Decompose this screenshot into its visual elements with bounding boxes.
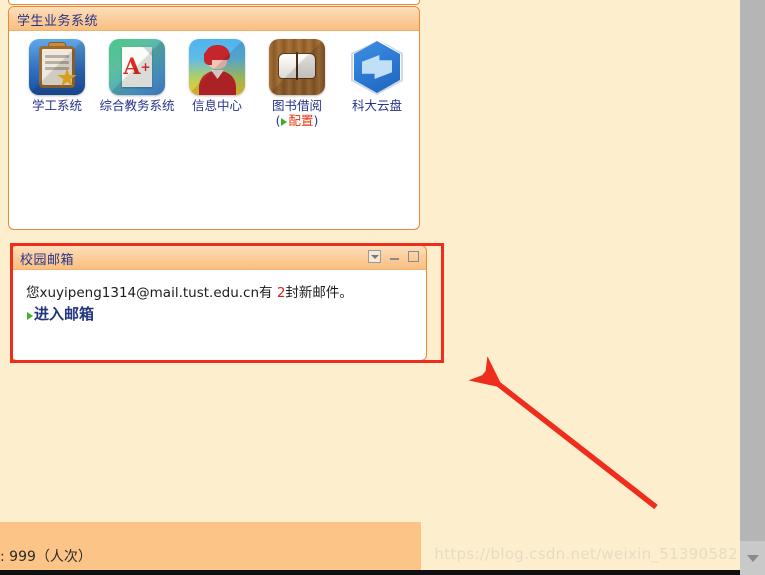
student-services-panel: 学生业务系统 学工系统 A + 综合教务系统 信息中心 图书借阅 (配置) 科… — [8, 6, 420, 230]
play-triangle-icon — [281, 118, 288, 126]
open-book-icon — [269, 39, 325, 95]
campus-mail-panel-body: 您xuyipeng1314@mail.tust.edu.cn有 2封新邮件。 进… — [12, 270, 426, 324]
chevron-down-icon — [746, 554, 759, 562]
chevron-down-box-icon[interactable] — [368, 250, 381, 263]
app-icon-grid: 学工系统 A + 综合教务系统 信息中心 图书借阅 (配置) 科大云盘 — [9, 31, 419, 132]
config-paren-open: ( — [275, 113, 281, 128]
scrollbar-thumb[interactable] — [740, 0, 765, 541]
play-triangle-icon — [27, 312, 33, 320]
scrollbar-down-button[interactable] — [740, 541, 765, 575]
mail-message-prefix: 您xuyipeng1314@mail.tust.edu.cn有 — [26, 285, 277, 301]
app-tile-label: 科大云盘 — [351, 98, 402, 113]
app-tile-label: 信息中心 — [191, 98, 242, 113]
bottom-orange-bar: : 999（人次） — [0, 522, 421, 570]
student-services-panel-body: 学工系统 A + 综合教务系统 信息中心 图书借阅 (配置) 科大云盘 — [9, 31, 419, 132]
a-plus-document-icon: A + — [109, 39, 165, 95]
student-services-panel-title: 学生业务系统 — [17, 14, 99, 29]
clipboard-star-icon — [29, 39, 85, 95]
campus-mail-panel: 校园邮箱 您xuyipeng1314@mail.tust.edu.cn有 2封新… — [11, 245, 427, 361]
app-tile-cloud-disk[interactable]: 科大云盘 — [337, 39, 417, 128]
library-config-line[interactable]: ( 配置) — [276, 113, 319, 128]
minimize-icon[interactable] — [390, 251, 399, 262]
app-tile-student-affairs[interactable]: 学工系统 — [17, 39, 97, 128]
annotation-arrow — [468, 356, 658, 510]
panel-window-buttons — [368, 250, 419, 263]
vertical-scrollbar[interactable] — [740, 0, 765, 575]
config-link-label[interactable]: 配置 — [288, 113, 313, 128]
config-paren-close: ) — [313, 113, 319, 128]
app-tile-information-center[interactable]: 信息中心 — [177, 39, 257, 128]
mail-message-suffix: 封新邮件。 — [285, 285, 353, 301]
app-tile-library-borrowing[interactable]: 图书借阅 ( 配置) — [257, 39, 337, 128]
csdn-blog-watermark: https://blog.csdn.net/weixin_51390582 — [434, 545, 738, 563]
new-mail-message: 您xuyipeng1314@mail.tust.edu.cn有 2封新邮件。 — [26, 284, 426, 302]
app-tile-academic-affairs[interactable]: A + 综合教务系统 — [97, 39, 177, 128]
student-services-panel-header: 学生业务系统 — [9, 7, 419, 31]
app-tile-label: 图书借阅 — [271, 98, 322, 113]
app-tile-label: 学工系统 — [31, 98, 82, 113]
clipped-panel-above — [8, 0, 420, 5]
visit-counter-text: : 999（人次） — [0, 549, 92, 565]
campus-mail-panel-title: 校园邮箱 — [20, 253, 75, 268]
person-avatar-icon — [189, 39, 245, 95]
enter-mailbox-label: 进入邮箱 — [34, 305, 95, 323]
bottom-edge-rule — [0, 570, 740, 575]
campus-mail-panel-header: 校园邮箱 — [12, 246, 426, 270]
enter-mailbox-link[interactable]: 进入邮箱 — [26, 304, 426, 324]
app-tile-label: 综合教务系统 — [99, 98, 175, 113]
maximize-icon[interactable] — [408, 251, 419, 262]
hexagon-cloud-disk-icon — [349, 39, 405, 95]
